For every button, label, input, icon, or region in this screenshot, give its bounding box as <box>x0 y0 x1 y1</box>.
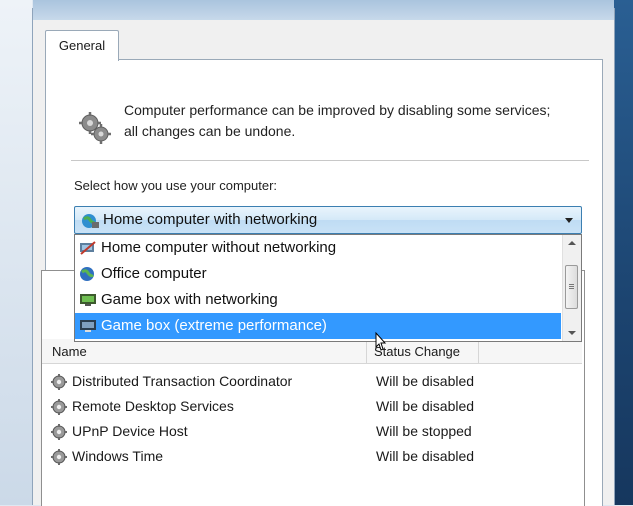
column-header-name[interactable]: Name <box>52 339 87 365</box>
option-game-box-networking[interactable]: Game box with networking <box>75 287 561 313</box>
service-name: Remote Desktop Services <box>72 398 234 414</box>
gear-icon <box>51 449 67 465</box>
scroll-down-icon[interactable] <box>563 325 581 341</box>
usage-dropdown-list: Home computer without networking Office … <box>74 234 582 342</box>
window-titlebar <box>33 0 614 20</box>
service-row[interactable]: Windows Time Will be disabled <box>42 444 562 469</box>
gear-icon <box>51 399 67 415</box>
gear-icon <box>51 424 67 440</box>
desktop-left-edge <box>0 0 32 505</box>
service-status: Will be disabled <box>376 398 475 414</box>
option-label: Game box (extreme performance) <box>101 317 327 334</box>
usage-select-label: Select how you use your computer: <box>74 178 278 193</box>
service-status: Will be stopped <box>376 423 472 439</box>
service-status: Will be disabled <box>376 448 475 464</box>
option-label: Home computer without networking <box>101 239 337 256</box>
option-office-computer[interactable]: Office computer <box>75 261 561 287</box>
monitor-icon <box>80 294 96 306</box>
intro-text: Computer performance can be improved by … <box>124 102 551 139</box>
mouse-pointer-icon <box>375 331 387 351</box>
tab-general[interactable]: General <box>45 30 119 61</box>
service-name: Windows Time <box>72 448 164 464</box>
service-row[interactable]: UPnP Device Host Will be stopped <box>42 419 562 444</box>
option-game-box-extreme[interactable]: Game box (extreme performance) <box>75 313 561 339</box>
option-label: Office computer <box>101 265 207 282</box>
globe-icon <box>80 267 95 281</box>
scroll-up-icon[interactable] <box>563 235 581 251</box>
service-status: Will be disabled <box>376 373 475 389</box>
desktop-right-edge <box>613 0 633 505</box>
gears-icon <box>79 112 111 144</box>
network-off-icon <box>80 241 96 255</box>
option-label: Game box with networking <box>101 291 278 308</box>
network-globe-icon <box>82 214 99 228</box>
monitor-icon <box>80 320 96 332</box>
service-name: UPnP Device Host <box>72 423 188 439</box>
combo-selected-value: Home computer with networking <box>103 211 318 228</box>
service-name: Distributed Transaction Coordinator <box>72 373 293 389</box>
usage-combo-box[interactable]: Home computer with networking <box>74 206 582 234</box>
gear-icon <box>51 374 67 390</box>
services-list-header: Name Status Change <box>42 339 582 364</box>
combo-dropdown-arrow-icon[interactable] <box>565 218 573 223</box>
option-home-no-network[interactable]: Home computer without networking <box>75 235 561 261</box>
dropdown-scrollbar[interactable] <box>562 235 581 341</box>
scroll-thumb[interactable] <box>565 265 578 309</box>
service-row[interactable]: Distributed Transaction Coordinator Will… <box>42 369 562 394</box>
separator <box>71 160 589 162</box>
service-row[interactable]: Remote Desktop Services Will be disabled <box>42 394 562 419</box>
